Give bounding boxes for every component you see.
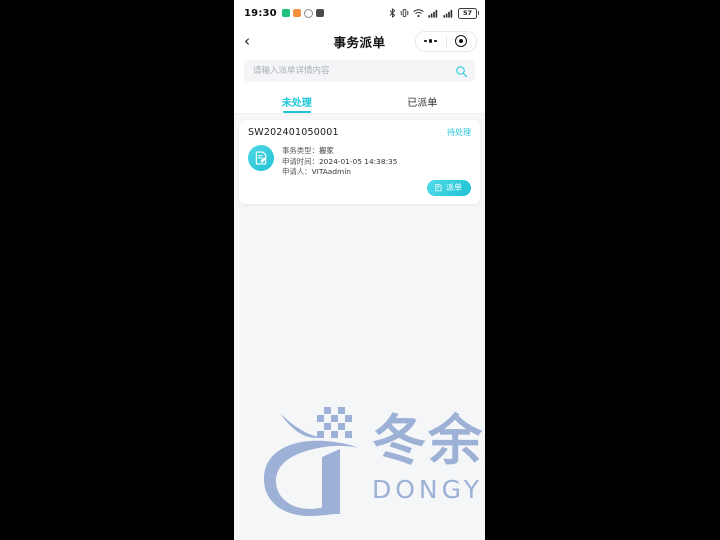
field-label: 申请人： — [282, 167, 312, 177]
field-value: 2024-01-05 14:38:35 — [318, 156, 398, 166]
tab-unprocessed[interactable]: 未处理 — [234, 89, 360, 113]
letterbox-right — [485, 0, 720, 540]
search-section — [234, 56, 485, 89]
field-label: 申请时间： — [282, 156, 319, 166]
battery-icon: 57 — [458, 7, 479, 19]
status-bar-clock: 19:30 — [244, 7, 277, 19]
document-edit-icon — [248, 145, 274, 171]
status-bar-right: 57 — [389, 7, 479, 19]
order-id: SW202401050001 — [248, 127, 339, 138]
status-bar: 19:30 57 — [234, 0, 485, 26]
order-list: SW202401050001 待处理 事务类型：搬家 申请时间：2024-01-… — [234, 114, 485, 204]
more-dots-icon[interactable] — [416, 39, 446, 43]
search-box[interactable] — [244, 60, 475, 82]
field-label: 事务类型： — [282, 146, 319, 155]
field-row: 申请人：VITAadmin — [282, 167, 471, 178]
qq-badge-icon — [292, 9, 301, 17]
back-button[interactable]: ‹ — [244, 33, 260, 49]
circle-badge-icon — [303, 8, 313, 18]
alarm-badge-icon — [315, 9, 324, 17]
status-bar-left: 19:30 — [244, 8, 324, 19]
field-value: VITAadmin — [311, 167, 351, 177]
tab-dispatched[interactable]: 已派单 — [360, 89, 486, 113]
order-card-header: SW202401050001 待处理 — [248, 127, 471, 138]
nav-bar: ‹ 事务派单 — [234, 26, 485, 56]
dispatch-icon — [435, 184, 442, 192]
tab-bar: 未处理 已派单 — [234, 89, 485, 114]
order-fields: 事务类型：搬家 申请时间：2024-01-05 14:38:35 申请人：VIT… — [282, 145, 471, 178]
signal-icon — [428, 9, 438, 18]
order-card-footer: 派单 — [248, 179, 471, 196]
miniprogram-capsule — [415, 30, 477, 52]
order-card[interactable]: SW202401050001 待处理 事务类型：搬家 申请时间：2024-01-… — [239, 120, 480, 204]
field-value: 搬家 — [318, 146, 334, 155]
target-circle-icon[interactable] — [447, 35, 477, 47]
signal-icon — [443, 9, 453, 18]
field-row: 申请时间：2024-01-05 14:38:35 — [282, 157, 471, 168]
vibrate-icon — [400, 9, 409, 17]
screenshot-stage: 19:30 57 ‹ 事务派单 请输入派单详情内容 未处理 已派单 SW2024… — [0, 0, 720, 540]
order-card-body: 事务类型：搬家 申请时间：2024-01-05 14:38:35 申请人：VIT… — [248, 145, 471, 178]
wifi-icon — [413, 9, 424, 18]
wechat-badge-icon — [281, 9, 290, 17]
field-row: 事务类型：搬家 — [282, 146, 471, 157]
dispatch-button-label: 派单 — [446, 183, 462, 193]
phone-screen: 19:30 57 ‹ 事务派单 请输入派单详情内容 未处理 已派单 SW2024… — [234, 0, 485, 540]
search-icon[interactable] — [455, 65, 468, 78]
status-badge: 待处理 — [447, 128, 471, 137]
search-input[interactable] — [251, 65, 455, 77]
bluetooth-icon — [389, 8, 396, 18]
battery-level-label: 57 — [462, 8, 473, 17]
dispatch-button[interactable]: 派单 — [427, 179, 471, 196]
